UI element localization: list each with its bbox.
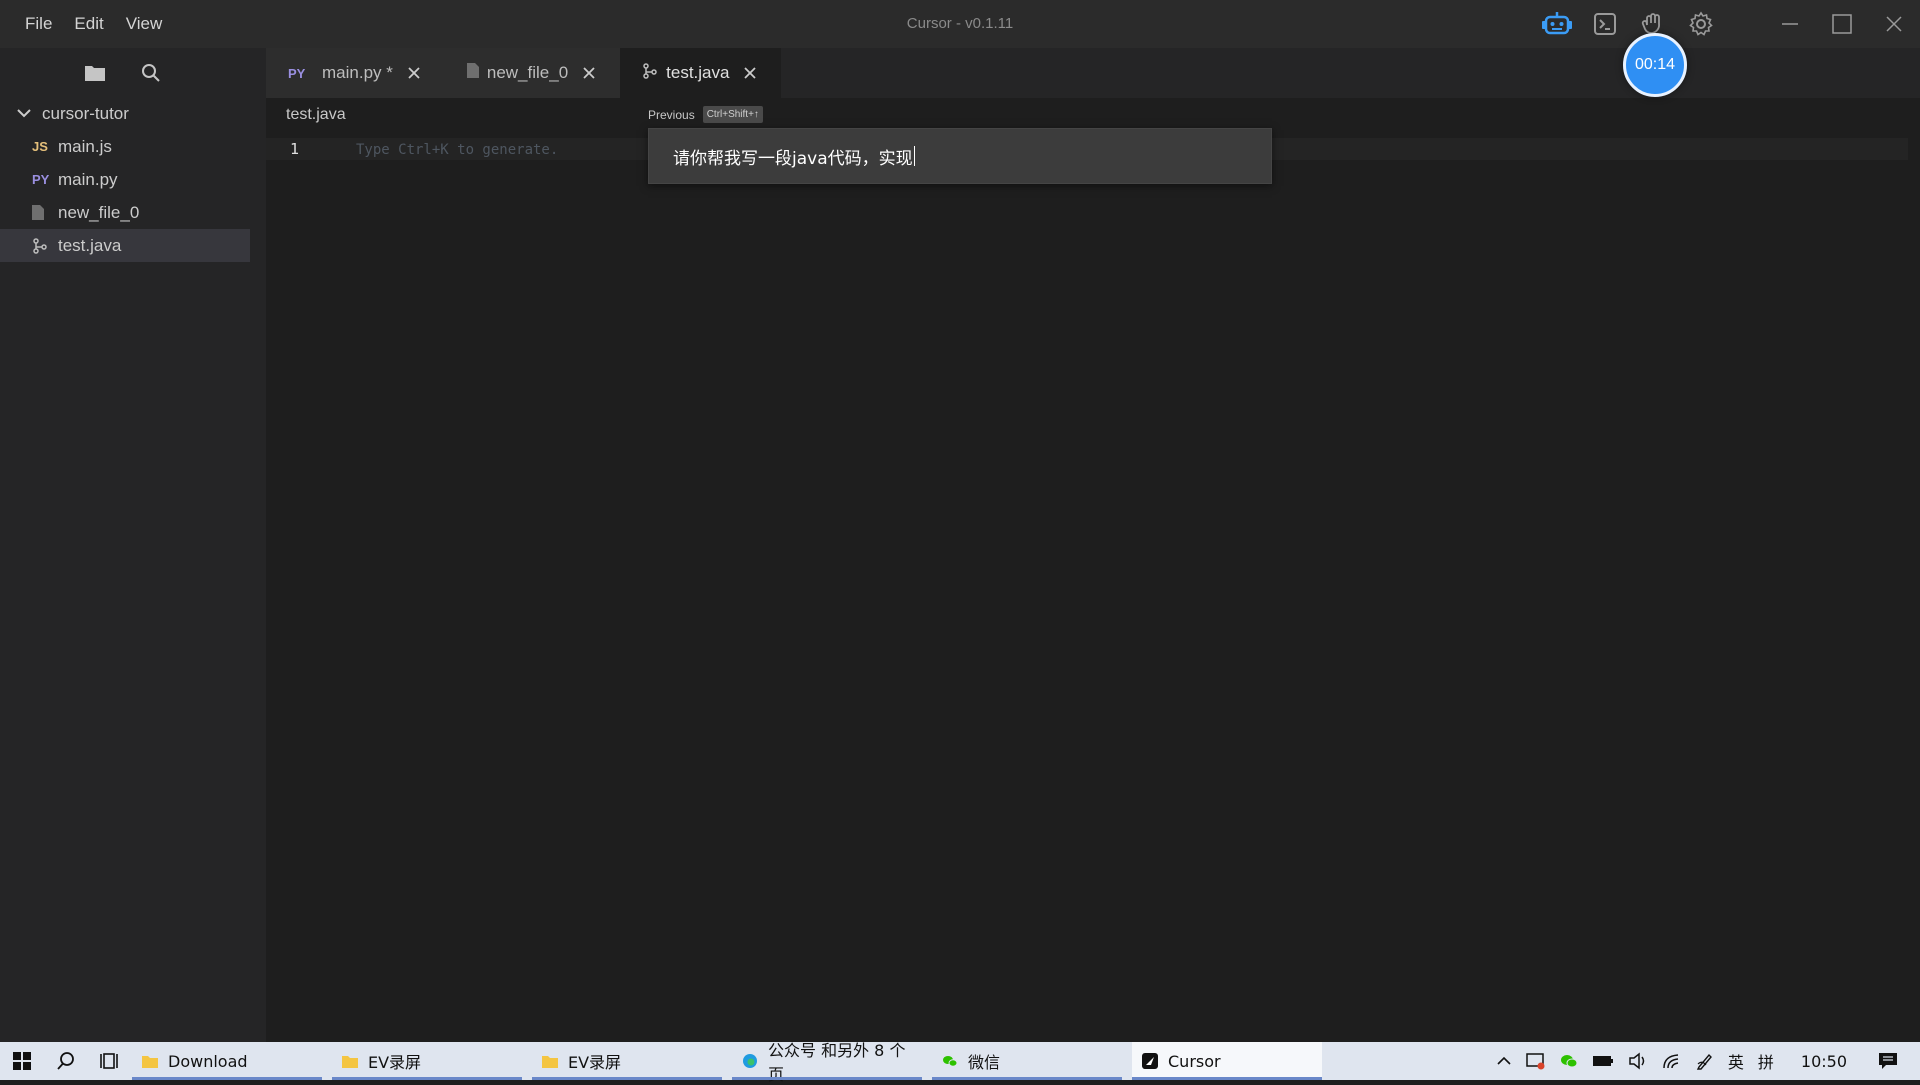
editor-placeholder: Type Ctrl+K to generate. xyxy=(356,142,559,158)
previous-label: Previous xyxy=(648,107,695,122)
taskbar-app-label: Download xyxy=(168,1051,248,1071)
java-file-icon xyxy=(642,62,658,84)
close-icon[interactable] xyxy=(580,64,598,82)
security-tray-icon[interactable] xyxy=(1526,1052,1546,1070)
file-main-py[interactable]: PY main.py xyxy=(0,163,250,196)
tab-label: main.py * xyxy=(322,63,393,82)
folder-label: cursor-tutor xyxy=(42,104,129,123)
taskbar-app-ev-recorder-1[interactable]: EV录屏 xyxy=(332,1042,522,1080)
ime-language[interactable]: 英 xyxy=(1728,1049,1744,1073)
file-new-file-0[interactable]: new_file_0 xyxy=(0,196,250,229)
previous-shortcut: Ctrl+Shift+↑ xyxy=(702,106,763,123)
taskbar: Download EV录屏 EV录屏 公众号 和另外 8 个页... 微信 Cu… xyxy=(0,1041,1920,1084)
tab-new-file-0[interactable]: new_file_0 xyxy=(444,48,621,98)
file-label: main.py xyxy=(58,169,118,189)
taskbar-app-label: 公众号 和另外 8 个页... xyxy=(768,1041,906,1084)
folder-icon xyxy=(342,1053,358,1069)
folder-cursor-tutor[interactable]: cursor-tutor xyxy=(0,98,266,130)
recording-timer[interactable]: 00:14 xyxy=(1623,33,1687,97)
file-label: test.java xyxy=(58,235,122,255)
gear-icon[interactable] xyxy=(1684,7,1718,41)
file-test-java[interactable]: test.java xyxy=(0,229,250,262)
menu-bar: File Edit View xyxy=(14,0,173,48)
taskbar-app-label: EV录屏 xyxy=(568,1053,622,1072)
taskbar-app-label: EV录屏 xyxy=(368,1053,422,1072)
taskbar-app-ev-recorder-2[interactable]: EV录屏 xyxy=(532,1042,722,1080)
taskbar-app-wechat[interactable]: 微信 xyxy=(932,1042,1122,1080)
folder-icon[interactable] xyxy=(80,58,110,88)
wechat-tray-icon[interactable] xyxy=(1560,1053,1578,1069)
system-tray: 英 拼 10:50 xyxy=(1489,1042,1920,1080)
close-window-button[interactable] xyxy=(1868,0,1920,48)
search-icon[interactable] xyxy=(136,58,166,88)
tab-test-java[interactable]: test.java xyxy=(620,48,782,98)
clock[interactable]: 10:50 xyxy=(1801,1052,1847,1071)
file-main-js[interactable]: JS main.js xyxy=(0,130,250,163)
sidebar: cursor-tutor JS main.js PY main.py new_f… xyxy=(0,48,266,1042)
battery-icon[interactable] xyxy=(1592,1054,1614,1068)
taskbar-app-label: 微信 xyxy=(968,1053,1001,1072)
network-icon[interactable] xyxy=(1662,1052,1682,1070)
minimize-button[interactable] xyxy=(1764,0,1816,48)
file-icon xyxy=(466,63,479,83)
file-label: main.js xyxy=(58,136,112,156)
maximize-button[interactable] xyxy=(1816,0,1868,48)
prompt-text: 请你帮我写一段java代码，实现 xyxy=(673,148,913,169)
folder-icon xyxy=(142,1053,158,1069)
menu-file[interactable]: File xyxy=(14,0,63,48)
pen-icon[interactable] xyxy=(1696,1052,1714,1070)
line-number: 1 xyxy=(290,140,300,158)
close-icon[interactable] xyxy=(405,64,423,82)
cursor-app-icon xyxy=(1142,1053,1158,1069)
generate-prompt-input[interactable]: 请你帮我写一段java代码，实现 xyxy=(648,128,1272,184)
menu-edit[interactable]: Edit xyxy=(63,0,114,48)
taskbar-app-edge[interactable]: 公众号 和另外 8 个页... xyxy=(732,1041,922,1084)
breadcrumb[interactable]: test.java xyxy=(286,106,346,124)
volume-icon[interactable] xyxy=(1628,1052,1648,1070)
notification-icon[interactable] xyxy=(1878,1052,1898,1070)
edge-browser-icon xyxy=(742,1053,758,1069)
text-caret xyxy=(913,146,915,166)
close-icon[interactable] xyxy=(741,64,759,82)
window-controls xyxy=(1764,0,1920,48)
tab-main-py[interactable]: PY main.py * xyxy=(266,48,445,98)
menu-view[interactable]: View xyxy=(115,0,174,48)
java-file-icon xyxy=(32,237,58,254)
python-file-icon: PY xyxy=(32,172,50,187)
robot-icon[interactable] xyxy=(1540,7,1574,41)
file-icon xyxy=(32,205,58,220)
wechat-icon xyxy=(942,1053,958,1069)
chevron-down-icon xyxy=(16,104,32,124)
windows-start-icon[interactable] xyxy=(0,1042,44,1080)
task-view-icon[interactable] xyxy=(88,1042,132,1080)
terminal-icon[interactable] xyxy=(1588,7,1622,41)
taskbar-app-label: Cursor xyxy=(1168,1051,1221,1071)
previous-hint[interactable]: Previous Ctrl+Shift+↑ xyxy=(648,106,763,123)
python-file-icon: PY xyxy=(288,65,306,81)
taskbar-app-cursor[interactable]: Cursor xyxy=(1132,1042,1322,1080)
tab-label: new_file_0 xyxy=(486,63,569,82)
taskbar-app-download[interactable]: Download xyxy=(132,1042,322,1080)
search-icon[interactable] xyxy=(44,1042,88,1080)
editor[interactable]: test.java Previous Ctrl+Shift+↑ 1 Type C… xyxy=(266,98,1920,1042)
js-file-icon: JS xyxy=(32,139,48,154)
tab-label: test.java xyxy=(666,63,730,82)
ime-mode[interactable]: 拼 xyxy=(1758,1049,1774,1073)
sidebar-toolbar xyxy=(0,48,266,98)
folder-icon xyxy=(542,1053,558,1069)
chevron-up-icon[interactable] xyxy=(1496,1055,1512,1067)
file-label: new_file_0 xyxy=(58,202,140,222)
